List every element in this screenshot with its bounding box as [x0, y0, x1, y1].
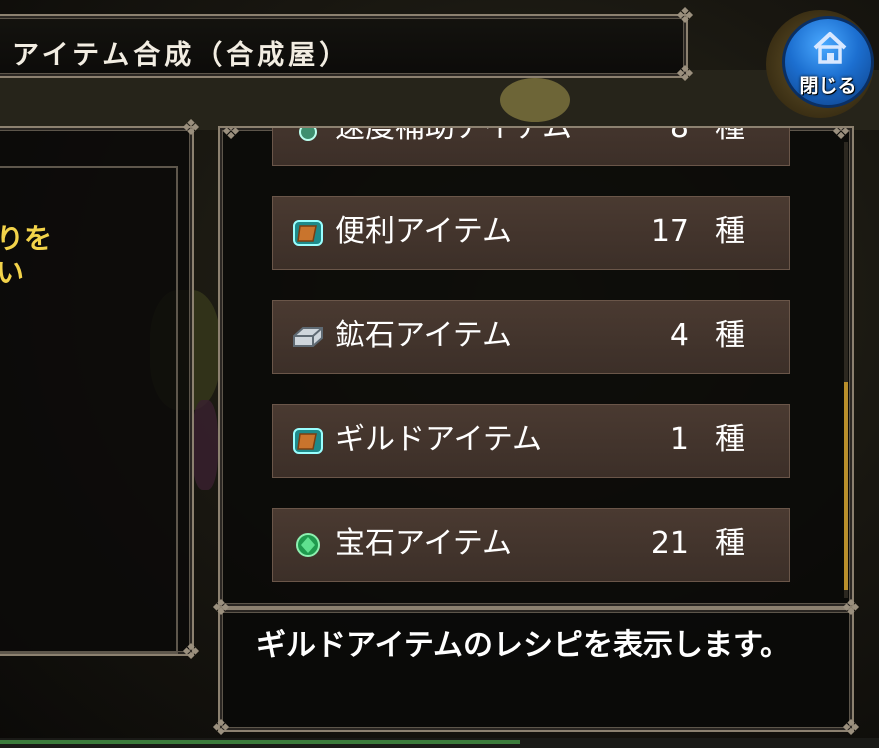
- background-figure: [192, 400, 218, 490]
- book-icon: [293, 220, 323, 246]
- ore-ingot-icon: [293, 327, 323, 347]
- bottom-progress-indicator: [0, 740, 520, 744]
- frame-ornament-icon: ❖: [841, 596, 861, 621]
- list-item-count: 21: [650, 526, 689, 561]
- frame-ornament-icon: ❖: [181, 640, 201, 665]
- list-item-label: ギルドアイテム: [335, 422, 542, 457]
- hint-line: い: [0, 256, 25, 289]
- list-item-count: 1: [669, 422, 689, 457]
- frame-ornament-icon: ❖: [675, 4, 695, 29]
- frame-ornament-icon: ❖: [831, 126, 851, 145]
- hint-line: りを: [0, 222, 53, 255]
- potion-icon: [299, 128, 317, 141]
- list-item-label: 便利アイテム: [335, 214, 512, 249]
- frame-ornament-icon: ❖: [211, 596, 231, 621]
- close-button[interactable]: 閉じる: [782, 16, 874, 108]
- frame-ornament-icon: ❖: [181, 116, 201, 141]
- list-item-count: 8: [669, 126, 689, 145]
- list-item-unit: 種: [715, 126, 745, 145]
- background-scenery: [0, 70, 879, 130]
- left-hint-text: りを い: [0, 222, 56, 290]
- list-item-ore[interactable]: 鉱石アイテム 4 種: [272, 300, 790, 374]
- window-title: アイテム合成（合成屋）: [12, 40, 351, 71]
- list-item-label: 鉱石アイテム: [335, 318, 512, 353]
- close-button-label: 閉じる: [799, 75, 857, 97]
- title-bar: アイテム合成（合成屋） ❖ ❖: [0, 4, 695, 87]
- list-item-speed-assist[interactable]: 速度補助アイテム 8 種: [272, 126, 790, 166]
- book-icon: [293, 428, 323, 454]
- gem-icon: [296, 533, 320, 557]
- frame-ornament-icon: ❖: [675, 62, 695, 87]
- list-item-label: 速度補助アイテム: [335, 126, 572, 145]
- scrollbar-thumb[interactable]: [844, 382, 848, 590]
- list-item-unit: 種: [715, 526, 745, 561]
- list-item-unit: 種: [715, 214, 745, 249]
- list-item-label: 宝石アイテム: [335, 526, 512, 561]
- list-item-count: 17: [650, 214, 689, 249]
- description-text: ギルドアイテムのレシピを表示します。: [256, 628, 790, 663]
- list-item-count: 4: [669, 318, 689, 353]
- list-item-guild[interactable]: ギルドアイテム 1 種: [272, 404, 790, 478]
- home-icon: [813, 32, 847, 64]
- list-item-gem[interactable]: 宝石アイテム 21 種: [272, 508, 790, 582]
- list-item-convenience[interactable]: 便利アイテム 17 種: [272, 196, 790, 270]
- background-lamp: [500, 78, 570, 122]
- description-panel: ギルドアイテムのレシピを表示します。 ❖ ❖ ❖ ❖: [211, 596, 861, 741]
- list-item-unit: 種: [715, 318, 745, 353]
- list-item-unit: 種: [715, 422, 745, 457]
- frame-ornament-icon: ❖: [221, 126, 241, 145]
- category-list-panel[interactable]: 速度補助アイテム 8 種 便利アイテム 17 種 鉱石アイテム 4 種 ギルドア…: [218, 126, 854, 608]
